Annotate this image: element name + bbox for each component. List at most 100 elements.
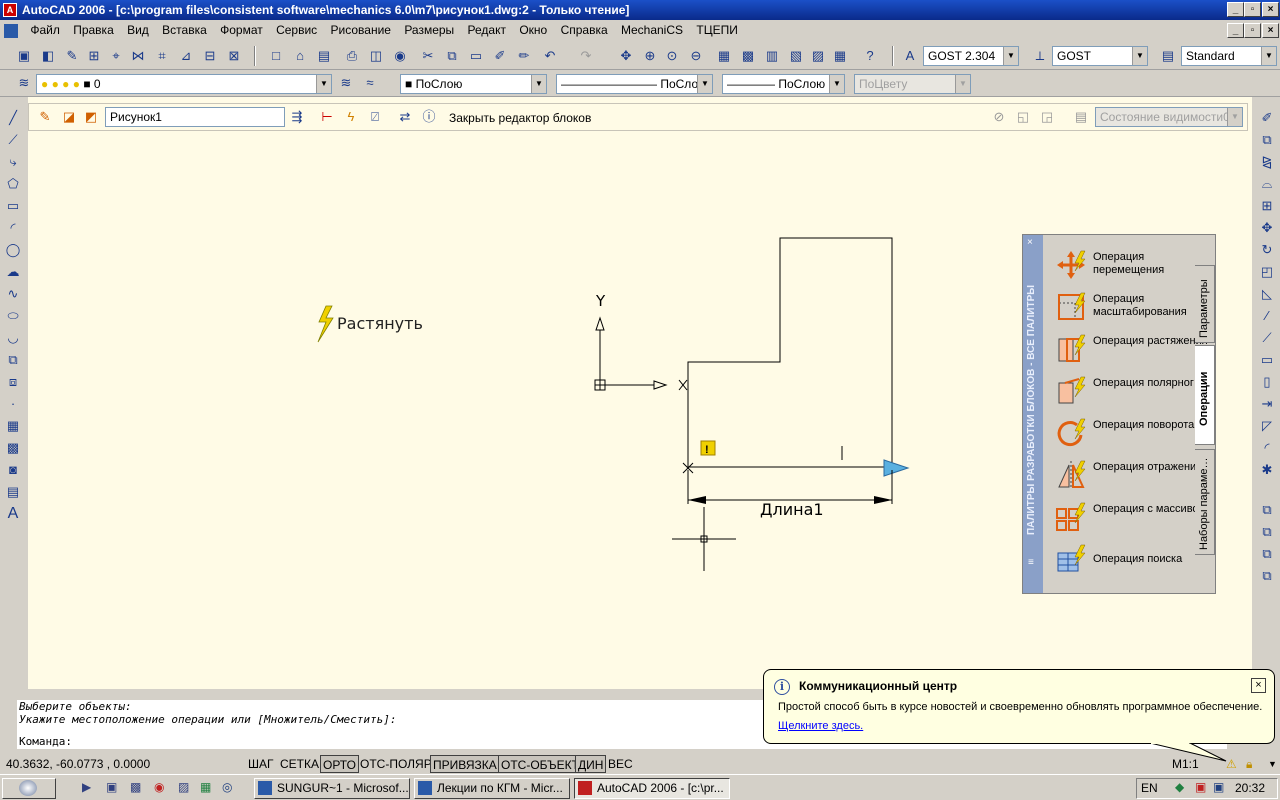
insert-block-icon[interactable]: ⧉ — [3, 350, 23, 370]
lightning-icon[interactable] — [317, 305, 334, 343]
send-to-back-icon[interactable]: ⧉ — [1257, 522, 1277, 542]
stretch-action-label[interactable]: Растянуть — [337, 314, 423, 333]
bring-above-icon[interactable]: ⧉ — [1257, 544, 1277, 564]
palette-item-array[interactable]: Операция с массивом — [1055, 497, 1206, 537]
array-icon[interactable]: ⊞ — [1257, 196, 1277, 216]
move-icon[interactable]: ✥ — [1257, 218, 1277, 238]
lock-icon[interactable]: 🔒︎ — [1246, 754, 1252, 774]
coordinates-readout[interactable]: 40.3632, -60.0773 , 0.0000 — [6, 754, 150, 774]
quicklaunch-app-icon[interactable]: ◎ — [222, 780, 232, 794]
tray-app-icon[interactable]: ▣ — [1213, 780, 1224, 794]
extend-icon[interactable]: ⟋ — [1257, 328, 1277, 348]
balloon-close-button[interactable]: × — [1251, 678, 1266, 693]
task-autocad[interactable]: AutoCAD 2006 - [c:\pr... — [574, 778, 730, 799]
send-under-icon[interactable]: ⧉ — [1257, 566, 1277, 586]
toggle-ortho[interactable]: ОРТО — [320, 755, 359, 773]
ucs-x-arrow — [653, 380, 668, 390]
point-icon[interactable]: · — [3, 394, 23, 414]
modify-toolbar: ✐ ⧉ ⧎ ⌓ ⊞ ✥ ↻ ◰ ◺ ⁄ ⟋ ▭ ▯ ⇥ ◸ ◜ ✱ ⧉ ⧉ ⧉ … — [1254, 104, 1280, 594]
toggle-dyn[interactable]: ДИН — [575, 755, 607, 773]
windows-taskbar: ▶ ▣ ▩ ◉ ▨ ▦ ◎ SUNGUR~1 - Microsof... Лек… — [0, 774, 1280, 800]
palette-item-rotate[interactable]: Операция поворота — [1055, 413, 1205, 453]
clock[interactable]: 20:32 — [1235, 781, 1265, 795]
break-icon[interactable]: ▯ — [1257, 372, 1277, 392]
spline-icon[interactable]: ∿ — [3, 284, 23, 304]
palette-item-stretch[interactable]: Операция растяжения — [1055, 329, 1208, 369]
chamfer-icon[interactable]: ◸ — [1257, 416, 1277, 436]
explode-icon[interactable]: ✱ — [1257, 460, 1277, 480]
draw-toolbar: ╱ ⟋ ⤷ ⬠ ▭ ◜ ◯ ☁ ∿ ⬭ ◡ ⧉ ⧈ · ▦ ▩ ◙ ▤ A — [0, 104, 26, 688]
ellipse-icon[interactable]: ⬭ — [3, 306, 23, 326]
join-icon[interactable]: ⇥ — [1257, 394, 1277, 414]
revision-cloud-icon[interactable]: ☁ — [3, 262, 23, 282]
arc-icon[interactable]: ◜ — [3, 218, 23, 238]
multiline-text-icon[interactable]: A — [3, 504, 23, 524]
break-at-point-icon[interactable]: ▭ — [1257, 350, 1277, 370]
table-icon[interactable]: ▤ — [3, 482, 23, 502]
language-indicator[interactable]: EN — [1141, 781, 1158, 795]
scale-icon[interactable]: ◰ — [1257, 262, 1277, 282]
block-geometry-outline[interactable] — [687, 237, 893, 467]
quicklaunch-app-icon[interactable]: ◉ — [154, 780, 164, 794]
quicklaunch-save-icon[interactable]: ▣ — [106, 780, 117, 794]
toggle-lwt[interactable]: ВЕС — [606, 755, 635, 773]
scale-action-icon — [1058, 292, 1086, 320]
word-doc-icon — [258, 781, 272, 795]
circle-icon[interactable]: ◯ — [3, 240, 23, 260]
ellipse-arc-icon[interactable]: ◡ — [3, 328, 23, 348]
tray-network-icon[interactable]: ◆ — [1175, 780, 1184, 794]
ucs-y-arrow — [595, 316, 605, 331]
balloon-link[interactable]: Щелкните здесь. — [778, 720, 863, 732]
quicklaunch-media-icon[interactable]: ▶ — [82, 780, 91, 794]
palette-item-lookup[interactable]: Операция поиска — [1055, 539, 1205, 579]
dimension-label[interactable]: Длина1 — [760, 500, 824, 519]
copy-object-icon[interactable]: ⧉ — [1257, 130, 1277, 150]
stretch-action-icon — [1058, 334, 1086, 362]
quicklaunch-app-icon[interactable]: ▦ — [200, 780, 211, 794]
region-icon[interactable]: ◙ — [3, 460, 23, 480]
tab-actions[interactable]: Операции — [1195, 345, 1215, 445]
rectangle-icon[interactable]: ▭ — [3, 196, 23, 216]
fillet-icon[interactable]: ◜ — [1257, 438, 1277, 458]
palette-item-polar-stretch[interactable]: Операция полярног… — [1055, 371, 1205, 411]
make-block-icon[interactable]: ⧈ — [3, 372, 23, 392]
bring-to-front-icon[interactable]: ⧉ — [1257, 500, 1277, 520]
palette-title-strip[interactable]: × ПАЛИТРЫ РАЗРАБОТКИ БЛОКОВ - ВСЕ ПАЛИТР… — [1023, 235, 1043, 593]
palette-item-flip[interactable]: Операция отражения — [1055, 455, 1205, 495]
tray-app-icon[interactable]: ▣ — [1195, 780, 1206, 794]
balloon-text: Простой способ быть в курсе новостей и с… — [778, 701, 1263, 713]
palette-properties-icon[interactable]: ≡ — [1028, 557, 1034, 568]
quicklaunch-app-icon[interactable]: ▨ — [178, 780, 189, 794]
toggle-grid[interactable]: СЕТКА — [278, 755, 321, 773]
hatch-icon[interactable]: ▦ — [3, 416, 23, 436]
polygon-icon[interactable]: ⬠ — [3, 174, 23, 194]
erase-icon[interactable]: ✐ — [1257, 108, 1277, 128]
dimension-arrow — [874, 496, 892, 504]
toggle-polar[interactable]: ОТС-ПОЛЯР — [358, 755, 434, 773]
stretch-icon[interactable]: ◺ — [1257, 284, 1277, 304]
linear-grip[interactable] — [883, 459, 910, 477]
tab-parameters[interactable]: Параметры — [1195, 265, 1215, 343]
array-action-icon — [1056, 502, 1086, 531]
toggle-snap[interactable]: ШАГ — [246, 755, 276, 773]
dimension-arrow — [688, 496, 706, 504]
trim-icon[interactable]: ⁄ — [1257, 306, 1277, 326]
tab-parameter-sets[interactable]: Наборы параме… — [1195, 449, 1215, 555]
mirror-icon[interactable]: ⧎ — [1257, 152, 1277, 172]
rotate-icon[interactable]: ↻ — [1257, 240, 1277, 260]
start-button[interactable] — [2, 778, 56, 799]
gradient-icon[interactable]: ▩ — [3, 438, 23, 458]
palette-item-scale[interactable]: Операция масштабирования — [1055, 287, 1205, 327]
line-icon[interactable]: ╱ — [3, 108, 23, 128]
palette-item-move[interactable]: Операция перемещения — [1055, 245, 1205, 285]
quicklaunch-app-icon[interactable]: ▩ — [130, 780, 141, 794]
task-word-sungur[interactable]: SUNGUR~1 - Microsof... — [254, 778, 410, 799]
construction-line-icon[interactable]: ⟋ — [3, 130, 23, 150]
status-menu-arrow-icon[interactable]: ▼ — [1268, 754, 1277, 774]
polyline-icon[interactable]: ⤷ — [3, 152, 23, 172]
task-word-lectures[interactable]: Лекции по КГМ - Micr... — [414, 778, 570, 799]
toggle-otrack[interactable]: ОТС-ОБЪЕКТ — [498, 755, 582, 773]
toggle-osnap[interactable]: ПРИВЯЗКА — [430, 755, 500, 773]
offset-icon[interactable]: ⌓ — [1257, 174, 1277, 194]
command-history-line: Укажите местоположение операции или [Мно… — [19, 713, 397, 726]
